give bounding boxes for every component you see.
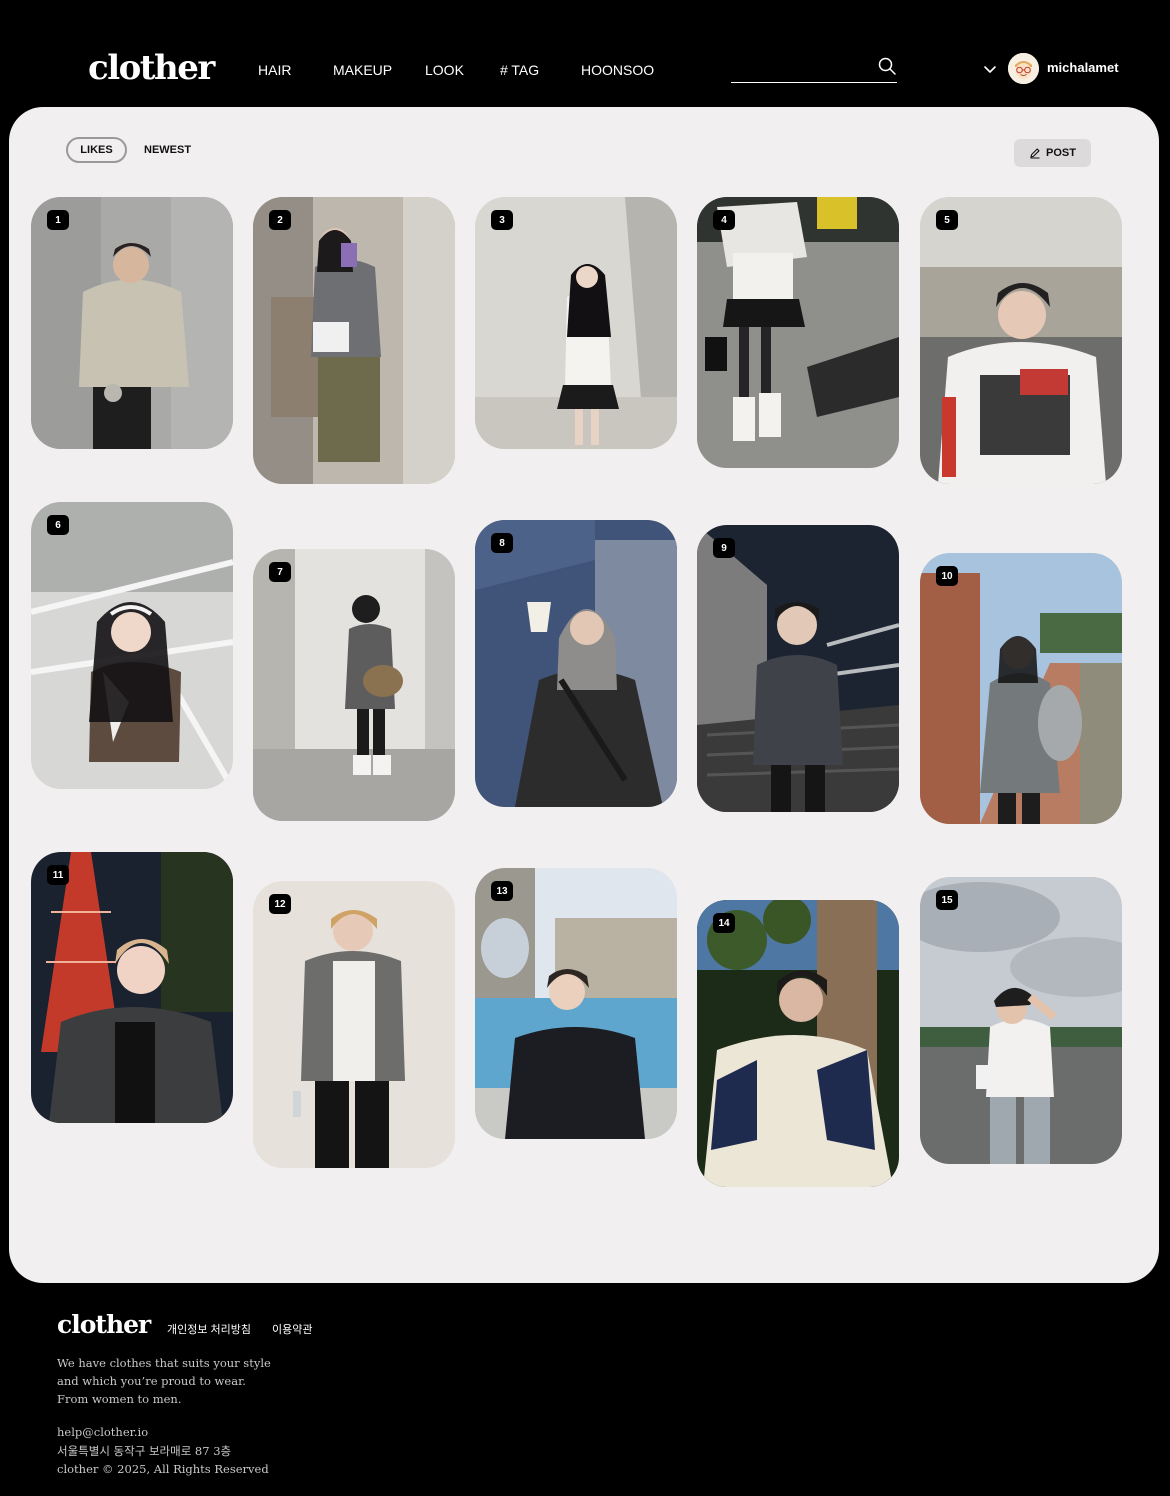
outfit-photo [920,197,1122,484]
photo-card[interactable]: 5 [920,197,1122,484]
outfit-photo [31,852,233,1123]
photo-card[interactable]: 12 [253,881,455,1168]
photo-card[interactable]: 3 [475,197,677,449]
avatar[interactable] [1008,53,1039,84]
photo-card[interactable]: 2 [253,197,455,484]
outfit-photo [475,520,677,807]
rank-badge: 15 [936,890,958,910]
username[interactable]: michalamet [1047,60,1119,76]
photo-card[interactable]: 14 [697,900,899,1187]
footer-logo[interactable]: clother [57,1310,151,1340]
outfit-photo [253,549,455,821]
nav-makeup[interactable]: MAKEUP [333,61,392,79]
rank-badge: 13 [491,881,513,901]
outfit-photo [920,877,1122,1164]
nav-look[interactable]: LOOK [425,61,464,79]
photo-card[interactable]: 7 [253,549,455,821]
footer-tagline: We have clothes that suits your style [57,1356,271,1370]
outfit-photo [31,502,233,789]
footer-tagline: and which you’re proud to wear. [57,1374,246,1388]
photo-card[interactable]: 13 [475,868,677,1139]
footer-copyright: clother © 2025, All Rights Reserved [57,1462,269,1476]
footer-tagline: From women to men. [57,1392,182,1406]
search-input[interactable] [731,58,871,80]
nav-hair[interactable]: HAIR [258,61,291,79]
sort-likes-button[interactable]: LIKES [66,137,127,163]
rank-badge: 3 [491,210,513,230]
photo-card[interactable]: 6 [31,502,233,789]
search-icon[interactable] [877,56,897,76]
outfit-photo [253,881,455,1168]
photo-card[interactable]: 10 [920,553,1122,824]
avatar-face-icon [1008,53,1039,84]
outfit-photo [475,197,677,449]
outfit-photo [253,197,455,484]
outfit-photo [697,525,899,812]
rank-badge: 7 [269,562,291,582]
nav-hoonsoo[interactable]: HOONSOO [581,61,654,79]
photo-card[interactable]: 11 [31,852,233,1123]
rank-badge: 1 [47,210,69,230]
photo-card[interactable]: 9 [697,525,899,812]
top-header: clother HAIR MAKEUP LOOK # TAG HOONSOO m… [0,0,1170,108]
rank-badge: 10 [936,566,958,586]
privacy-policy-link[interactable]: 개인정보 처리방침 [167,1323,251,1337]
photo-card[interactable]: 15 [920,877,1122,1164]
outfit-photo [31,197,233,449]
site-logo[interactable]: clother [88,48,215,88]
rank-badge: 14 [713,913,735,933]
post-button-label: POST [1046,147,1076,159]
photo-card[interactable]: 4 [697,197,899,468]
rank-badge: 6 [47,515,69,535]
post-button[interactable]: POST [1014,139,1091,167]
rank-badge: 11 [47,865,69,885]
photo-card[interactable]: 1 [31,197,233,449]
outfit-photo [475,868,677,1139]
rank-badge: 4 [713,210,735,230]
pencil-icon [1030,148,1040,159]
outfit-photo [697,197,899,468]
footer-address: 서울특별시 동작구 보라매로 87 3층 [57,1444,232,1458]
sort-newest-button[interactable]: NEWEST [144,143,191,157]
photo-card[interactable]: 8 [475,520,677,807]
footer-email[interactable]: help@clother.io [57,1423,148,1441]
search-bar [731,56,897,83]
rank-badge: 9 [713,538,735,558]
rank-badge: 5 [936,210,958,230]
outfit-photo [920,553,1122,824]
rank-badge: 2 [269,210,291,230]
rank-badge: 8 [491,533,513,553]
rank-badge: 12 [269,894,291,914]
outfit-photo [697,900,899,1187]
chevron-down-icon[interactable] [982,62,998,76]
nav-tag[interactable]: # TAG [500,61,539,79]
terms-link[interactable]: 이용약관 [272,1323,312,1337]
